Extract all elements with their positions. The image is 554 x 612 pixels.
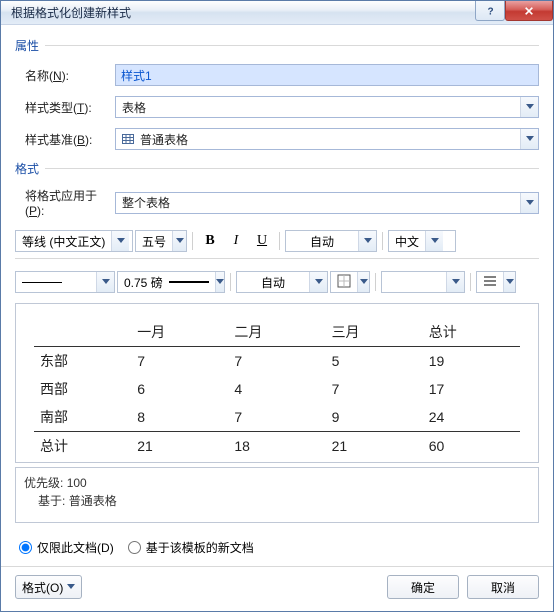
table-row: 西部64717 (34, 375, 520, 403)
chevron-down-icon[interactable] (358, 231, 376, 251)
table-header (34, 318, 131, 347)
dialog-window: 根据格式化创建新样式 ? 属性 名称(N): 样式类型(T): 表格 样式基准(… (0, 0, 554, 612)
border-toolbar: 0.75 磅 自动 (15, 271, 539, 293)
chevron-down-icon[interactable] (425, 231, 443, 251)
base-dropdown[interactable]: 普通表格 (115, 128, 539, 150)
line-weight-combo[interactable]: 0.75 磅 (117, 271, 225, 293)
radio-only-doc[interactable]: 仅限此文档(D) (19, 539, 114, 556)
cancel-button[interactable]: 取消 (467, 575, 539, 599)
chevron-down-icon[interactable] (520, 193, 538, 213)
style-info: 优先级: 100 基于: 普通表格 (15, 467, 539, 523)
window-title: 根据格式化创建新样式 (1, 4, 131, 21)
border-color-combo[interactable]: 自动 (236, 271, 328, 293)
row-base: 样式基准(B): 普通表格 (15, 128, 539, 150)
bold-button[interactable]: B (198, 230, 222, 252)
type-dropdown[interactable]: 表格 (115, 96, 539, 118)
dialog-content: 属性 名称(N): 样式类型(T): 表格 样式基准(B): 普通表格 (1, 25, 553, 566)
table-header: 三月 (326, 318, 423, 347)
preview-panel: 一月二月三月总计 东部77519西部64717南部87924总计21182160 (15, 303, 539, 463)
titlebar: 根据格式化创建新样式 ? (1, 1, 553, 25)
weight-sample-icon (169, 281, 209, 283)
row-apply: 将格式应用于(P): 整个表格 (15, 187, 539, 218)
chevron-down-icon[interactable] (96, 272, 114, 292)
table-row: 东部77519 (34, 347, 520, 376)
label-type: 样式类型(T): (15, 99, 115, 116)
group-label-props: 属性 (15, 37, 39, 54)
table-row: 南部87924 (34, 403, 520, 432)
line-sample-icon (22, 282, 62, 283)
chevron-down-icon[interactable] (446, 272, 464, 292)
preview-table: 一月二月三月总计 东部77519西部64717南部87924总计21182160 (34, 318, 520, 460)
group-label-format: 格式 (15, 160, 39, 177)
chevron-down-icon (67, 584, 75, 590)
apply-dropdown[interactable]: 整个表格 (115, 192, 539, 214)
font-color-combo[interactable]: 自动 (285, 230, 377, 252)
size-combo[interactable]: 五号 (135, 230, 187, 252)
svg-text:?: ? (488, 6, 494, 16)
chevron-down-icon[interactable] (309, 272, 327, 292)
lang-combo[interactable]: 中文 (388, 230, 456, 252)
chevron-down-icon[interactable] (357, 272, 369, 292)
chevron-down-icon[interactable] (111, 231, 129, 251)
chevron-down-icon[interactable] (215, 272, 224, 292)
table-row: 总计21182160 (34, 432, 520, 461)
chevron-down-icon[interactable] (520, 97, 538, 117)
row-name: 名称(N): (15, 64, 539, 86)
table-header: 二月 (228, 318, 325, 347)
italic-button[interactable]: I (224, 230, 248, 252)
table-header: 一月 (131, 318, 228, 347)
underline-button[interactable]: U (250, 230, 274, 252)
group-format: 格式 (15, 160, 539, 177)
label-base: 样式基准(B): (15, 131, 115, 148)
font-combo[interactable]: 等线 (中文正文) (15, 230, 133, 252)
align-button[interactable] (476, 271, 516, 293)
scope-radios: 仅限此文档(D) 基于该模板的新文档 (19, 539, 539, 556)
align-icon (477, 274, 503, 291)
dialog-footer: 格式(O) 确定 取消 (1, 575, 553, 611)
radio-template-docs[interactable]: 基于该模板的新文档 (128, 539, 254, 556)
format-menu-button[interactable]: 格式(O) (15, 575, 82, 599)
window-buttons: ? (475, 1, 553, 21)
chevron-down-icon[interactable] (503, 272, 515, 292)
row-type: 样式类型(T): 表格 (15, 96, 539, 118)
line-style-combo[interactable] (15, 271, 115, 293)
table-header: 总计 (423, 318, 520, 347)
table-icon (122, 133, 134, 145)
chevron-down-icon[interactable] (520, 129, 538, 149)
label-name: 名称(N): (15, 67, 115, 84)
borders-icon (331, 274, 357, 291)
close-button[interactable] (505, 1, 553, 21)
fill-color-combo[interactable] (381, 271, 465, 293)
text-format-toolbar: 等线 (中文正文) 五号 B I U 自动 中文 (15, 230, 539, 252)
name-input[interactable] (115, 64, 539, 86)
chevron-down-icon[interactable] (172, 231, 186, 251)
borders-button[interactable] (330, 271, 370, 293)
help-button[interactable]: ? (475, 1, 505, 21)
ok-button[interactable]: 确定 (387, 575, 459, 599)
group-properties: 属性 (15, 37, 539, 54)
label-apply: 将格式应用于(P): (15, 187, 115, 218)
